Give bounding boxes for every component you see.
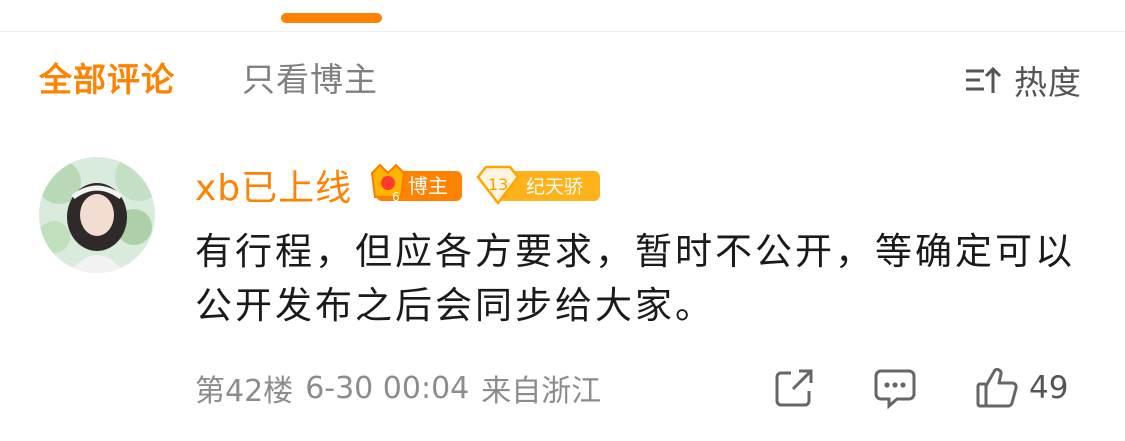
comment-meta: 第42楼 6-30 00:04 来自浙江 [195, 366, 613, 410]
comment-header: xb已上线 6 博主 13 纪天骄 [195, 160, 602, 210]
like-count: 49 [1029, 370, 1069, 406]
like-icon [976, 367, 1018, 408]
blogger-badge-level: 6 [392, 190, 400, 204]
comment-datetime: 6-30 00:04 [305, 370, 470, 406]
blogger-badge[interactable]: 6 博主 [368, 163, 464, 207]
comment-filter-bar: 全部评论 只看博主 热度 [0, 52, 1125, 112]
sort-by-popularity-button[interactable]: 热度 [964, 58, 1082, 102]
comment-icon [874, 369, 916, 409]
comment-location: 来自浙江 [481, 374, 602, 409]
reply-button[interactable] [873, 364, 917, 412]
blogger-badge-label: 博主 [408, 174, 448, 198]
fan-badge-level: 13 [488, 175, 508, 194]
share-button[interactable] [773, 364, 815, 412]
fan-badge[interactable]: 13 纪天骄 [476, 163, 602, 207]
avatar-image [39, 157, 155, 273]
like-button[interactable]: 49 [975, 364, 1068, 412]
floor-number: 第42楼 [195, 374, 294, 409]
share-icon [775, 369, 813, 407]
username[interactable]: xb已上线 [195, 159, 352, 211]
filter-all-comments[interactable]: 全部评论 [39, 58, 175, 102]
comment-page: 全部评论 只看博主 热度 xb已上线 6 博主 13 纪天骄 有行程，但应各方要… [0, 0, 1125, 441]
filter-blogger-only[interactable]: 只看博主 [242, 58, 378, 102]
sort-label: 热度 [1014, 63, 1082, 102]
divider [0, 31, 1125, 32]
tab-indicator [281, 13, 382, 23]
comment-text: 有行程，但应各方要求，暂时不公开，等确定可以公开发布之后会同步给大家。 [195, 230, 1075, 327]
avatar[interactable] [39, 157, 155, 273]
sort-icon [966, 66, 1002, 93]
fan-badge-label: 纪天骄 [526, 176, 583, 198]
